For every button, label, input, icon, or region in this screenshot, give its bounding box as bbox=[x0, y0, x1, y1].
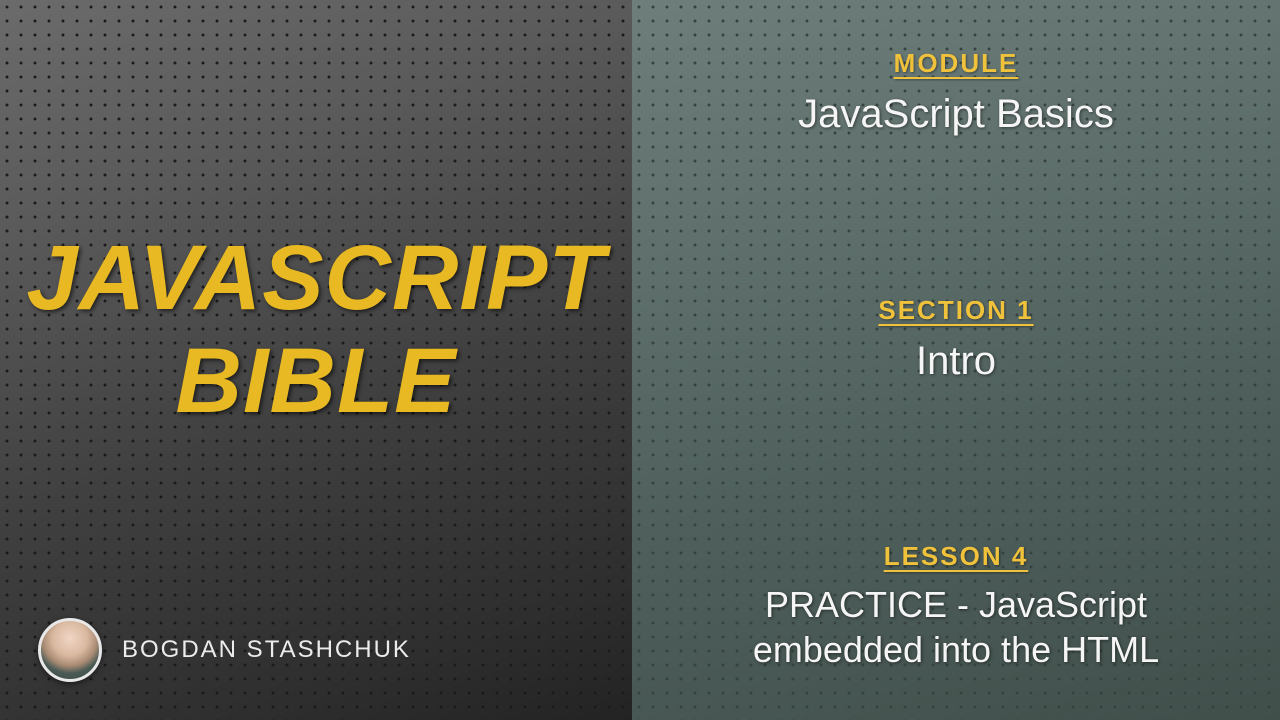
author-block: BOGDAN STASHCHUK bbox=[38, 618, 411, 682]
course-title-line2: BIBLE bbox=[26, 330, 605, 433]
course-title: JAVASCRIPT BIBLE bbox=[26, 227, 605, 433]
author-name: BOGDAN STASHCHUK bbox=[122, 636, 411, 664]
lesson-value: PRACTICE - JavaScript embedded into the … bbox=[706, 582, 1206, 672]
right-panel: MODULE JavaScript Basics SECTION 1 Intro… bbox=[632, 0, 1280, 720]
section-block: SECTION 1 Intro bbox=[878, 295, 1033, 386]
section-value: Intro bbox=[916, 336, 996, 386]
module-block: MODULE JavaScript Basics bbox=[798, 48, 1114, 139]
module-label: MODULE bbox=[894, 48, 1019, 79]
module-value: JavaScript Basics bbox=[798, 89, 1114, 139]
author-avatar bbox=[38, 618, 102, 682]
course-slide: JAVASCRIPT BIBLE BOGDAN STASHCHUK MODULE… bbox=[0, 0, 1280, 720]
course-title-line1: JAVASCRIPT bbox=[26, 227, 605, 330]
left-panel: JAVASCRIPT BIBLE BOGDAN STASHCHUK bbox=[0, 0, 632, 720]
section-label: SECTION 1 bbox=[878, 295, 1033, 326]
lesson-label: LESSON 4 bbox=[884, 541, 1029, 572]
lesson-block: LESSON 4 PRACTICE - JavaScript embedded … bbox=[706, 541, 1206, 672]
